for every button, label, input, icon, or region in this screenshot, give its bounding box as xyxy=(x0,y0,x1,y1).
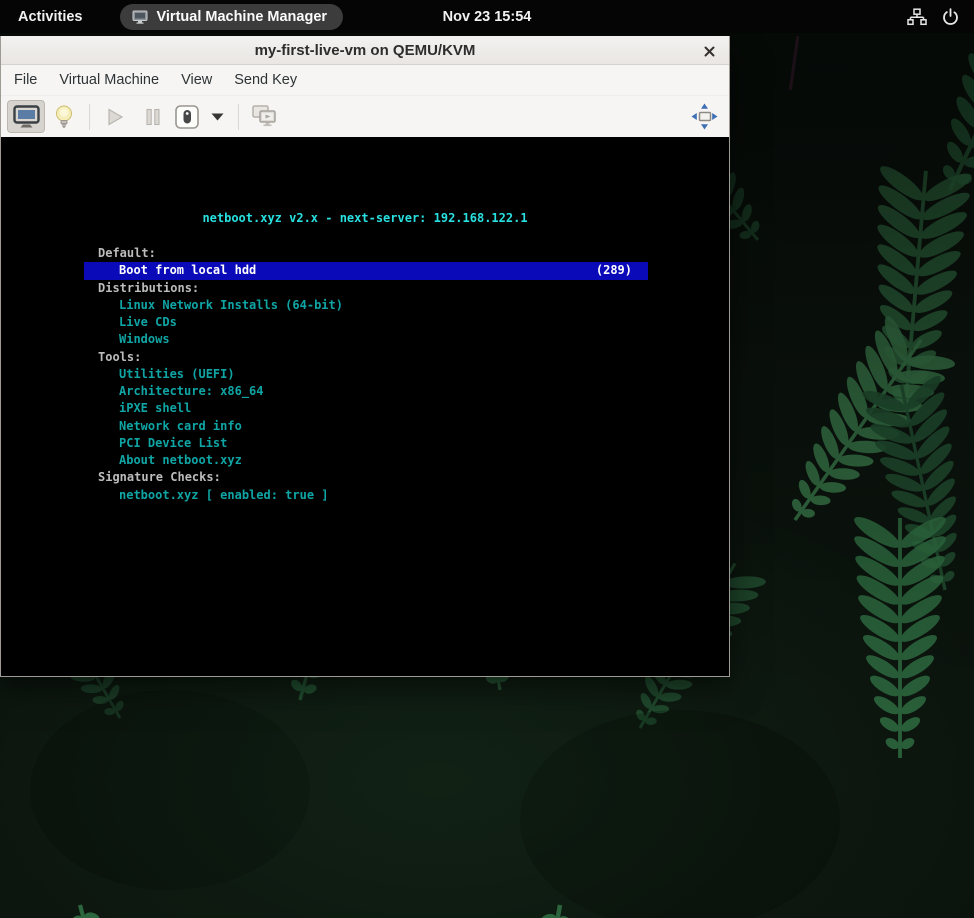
boot-menu-label: iPXE shell xyxy=(119,401,191,415)
lightbulb-icon xyxy=(53,104,75,130)
vm-window: my-first-live-vm on QEMU/KVM File Virtua… xyxy=(0,36,730,677)
boot-menu-label: Windows xyxy=(119,332,170,346)
boot-menu-item[interactable]: iPXE shell xyxy=(84,400,648,417)
shutdown-icon xyxy=(174,104,200,130)
graphical-console-button[interactable] xyxy=(7,100,45,133)
boot-menu-label: Tools: xyxy=(98,350,141,364)
boot-menu-label: Distributions: xyxy=(98,281,199,295)
boot-menu-label: Linux Network Installs (64-bit) xyxy=(119,298,343,312)
boot-menu-header: Default: xyxy=(84,245,648,262)
boot-menu-item[interactable]: Windows xyxy=(84,331,648,348)
boot-menu-item[interactable]: Live CDs xyxy=(84,314,648,331)
boot-menu-label: Network card info xyxy=(119,419,242,433)
boot-menu-label: Live CDs xyxy=(119,315,177,329)
shutdown-menu-button[interactable] xyxy=(202,100,232,133)
snapshots-icon xyxy=(251,104,278,129)
boot-menu-label: Boot from local hdd xyxy=(119,263,256,277)
show-details-button[interactable] xyxy=(45,100,83,133)
menubar: File Virtual Machine View Send Key xyxy=(1,65,729,96)
fullscreen-button[interactable] xyxy=(685,100,723,133)
toolbar xyxy=(1,96,729,137)
close-icon[interactable] xyxy=(697,39,721,63)
boot-menu: Default: Boot from local hdd (289) Distribu… xyxy=(84,245,648,504)
boot-menu-item[interactable]: Linux Network Installs (64-bit) xyxy=(84,297,648,314)
focused-app-label: Virtual Machine Manager xyxy=(156,9,327,25)
boot-menu-item[interactable]: netboot.xyz [ enabled: true ] xyxy=(84,487,648,504)
run-button xyxy=(96,100,134,133)
focused-app-indicator[interactable]: Virtual Machine Manager xyxy=(120,4,343,30)
play-icon xyxy=(107,108,124,126)
boot-menu-item[interactable]: PCI Device List xyxy=(84,435,648,452)
boot-menu-item[interactable]: Architecture: x86_64 xyxy=(84,383,648,400)
vmm-app-icon xyxy=(132,10,148,24)
boot-menu-item[interactable]: Network card info xyxy=(84,418,648,435)
window-titlebar[interactable]: my-first-live-vm on QEMU/KVM xyxy=(1,36,729,65)
boot-menu-item[interactable]: About netboot.xyz xyxy=(84,452,648,469)
boot-menu-header: Signature Checks: xyxy=(84,469,648,486)
menu-file[interactable]: File xyxy=(3,65,48,95)
chevron-down-icon xyxy=(211,113,224,121)
boot-menu-item[interactable]: Boot from local hdd (289) xyxy=(84,262,648,279)
fullscreen-icon xyxy=(690,102,719,131)
system-status-area[interactable] xyxy=(907,7,974,26)
boot-menu-header: Tools: xyxy=(84,349,648,366)
menu-virtual-machine[interactable]: Virtual Machine xyxy=(48,65,170,95)
activities-button[interactable]: Activities xyxy=(0,0,100,33)
boot-menu-label: PCI Device List xyxy=(119,436,227,450)
pause-icon xyxy=(145,108,161,126)
boot-menu-label: netboot.xyz [ enabled: true ] xyxy=(119,488,329,502)
boot-menu-header: Distributions: xyxy=(84,280,648,297)
wired-network-icon xyxy=(907,8,927,26)
boot-menu-label: Utilities (UEFI) xyxy=(119,367,235,381)
desktop: Activities Virtual Machine Manager Nov 2… xyxy=(0,0,974,918)
pause-button xyxy=(134,100,172,133)
boot-menu-item[interactable]: Utilities (UEFI) xyxy=(84,366,648,383)
toolbar-separator xyxy=(238,104,239,130)
monitor-icon xyxy=(13,105,40,129)
power-icon xyxy=(941,7,960,26)
boot-menu-label: Architecture: x86_64 xyxy=(119,384,264,398)
boot-menu-label: Default: xyxy=(98,246,156,260)
snapshots-button xyxy=(245,100,283,133)
menu-send-key[interactable]: Send Key xyxy=(223,65,308,95)
vm-console-display[interactable]: netboot.xyz v2.x - next-server: 192.168.… xyxy=(1,137,729,676)
toolbar-separator xyxy=(89,104,90,130)
menu-view[interactable]: View xyxy=(170,65,223,95)
netboot-title: netboot.xyz v2.x - next-server: 192.168.… xyxy=(1,211,729,225)
shutdown-button[interactable] xyxy=(172,100,202,133)
boot-countdown: (289) xyxy=(596,262,632,279)
boot-menu-label: Signature Checks: xyxy=(98,470,221,484)
boot-menu-label: About netboot.xyz xyxy=(119,453,242,467)
gnome-top-bar: Activities Virtual Machine Manager Nov 2… xyxy=(0,0,974,33)
window-title: my-first-live-vm on QEMU/KVM xyxy=(1,42,729,59)
